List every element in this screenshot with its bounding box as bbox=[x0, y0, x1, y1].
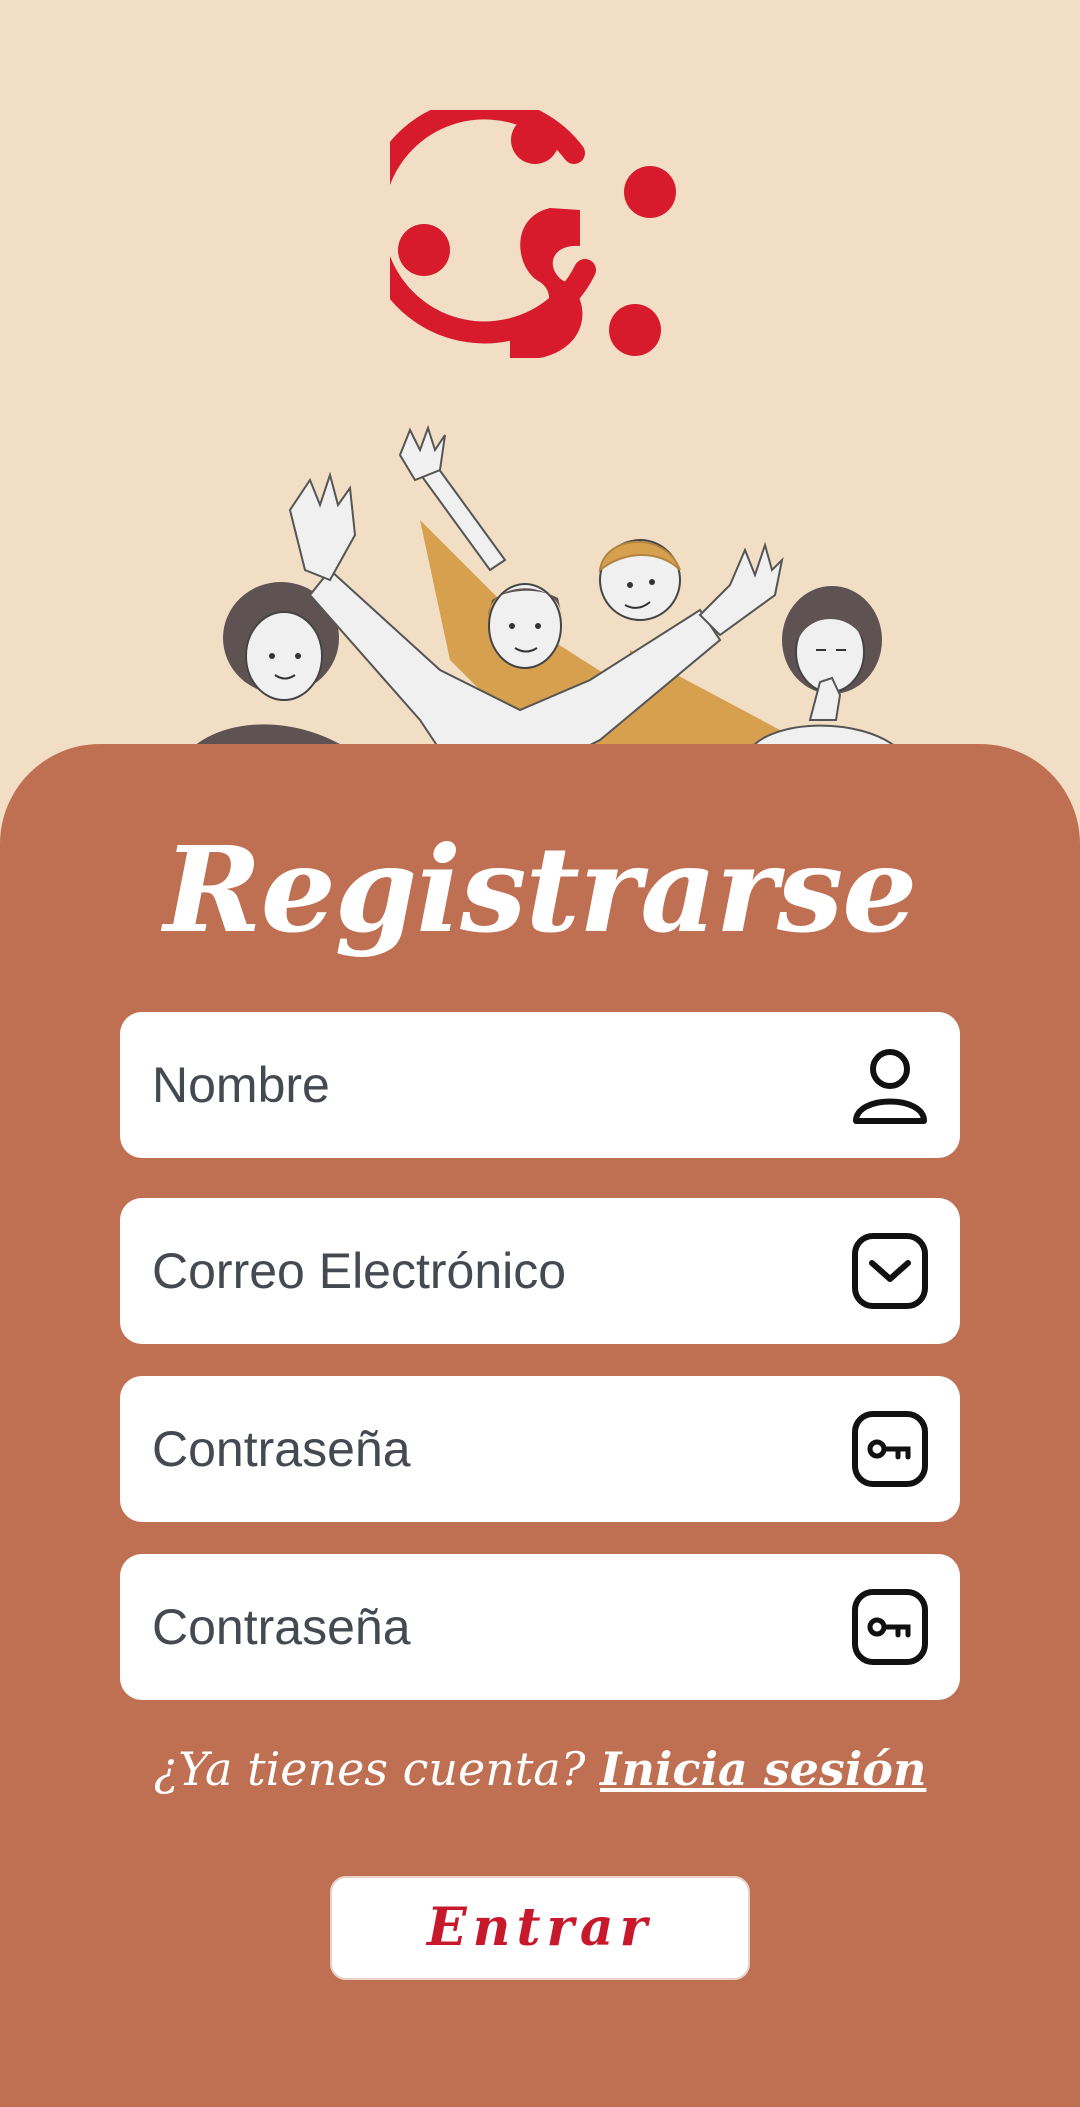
email-field-placeholder: Correo Electrónico bbox=[152, 1243, 567, 1299]
password-field-placeholder: Contraseña bbox=[152, 1421, 411, 1477]
name-field-placeholder: Nombre bbox=[152, 1057, 330, 1113]
login-prompt: ¿Ya tienes cuenta? Inicia sesión bbox=[0, 1742, 1080, 1796]
name-field[interactable]: Nombre bbox=[120, 1012, 960, 1158]
email-field[interactable]: Correo Electrónico bbox=[120, 1198, 960, 1344]
group-of-people-illustration bbox=[160, 420, 920, 751]
confirm-password-field-placeholder: Contraseña bbox=[152, 1599, 411, 1655]
user-icon bbox=[850, 1045, 930, 1125]
key-icon bbox=[850, 1587, 930, 1667]
mail-icon bbox=[850, 1231, 930, 1311]
have-account-text: ¿Ya tienes cuenta? bbox=[153, 1742, 586, 1796]
password-field[interactable]: Contraseña bbox=[120, 1376, 960, 1522]
page-title: Registrarse bbox=[163, 820, 918, 959]
login-link[interactable]: Inicia sesión bbox=[600, 1742, 926, 1796]
submit-button[interactable]: Entrar bbox=[330, 1876, 750, 1980]
brand-logo-icon bbox=[361, 97, 690, 390]
key-icon bbox=[850, 1409, 930, 1489]
confirm-password-field[interactable]: Contraseña bbox=[120, 1554, 960, 1700]
